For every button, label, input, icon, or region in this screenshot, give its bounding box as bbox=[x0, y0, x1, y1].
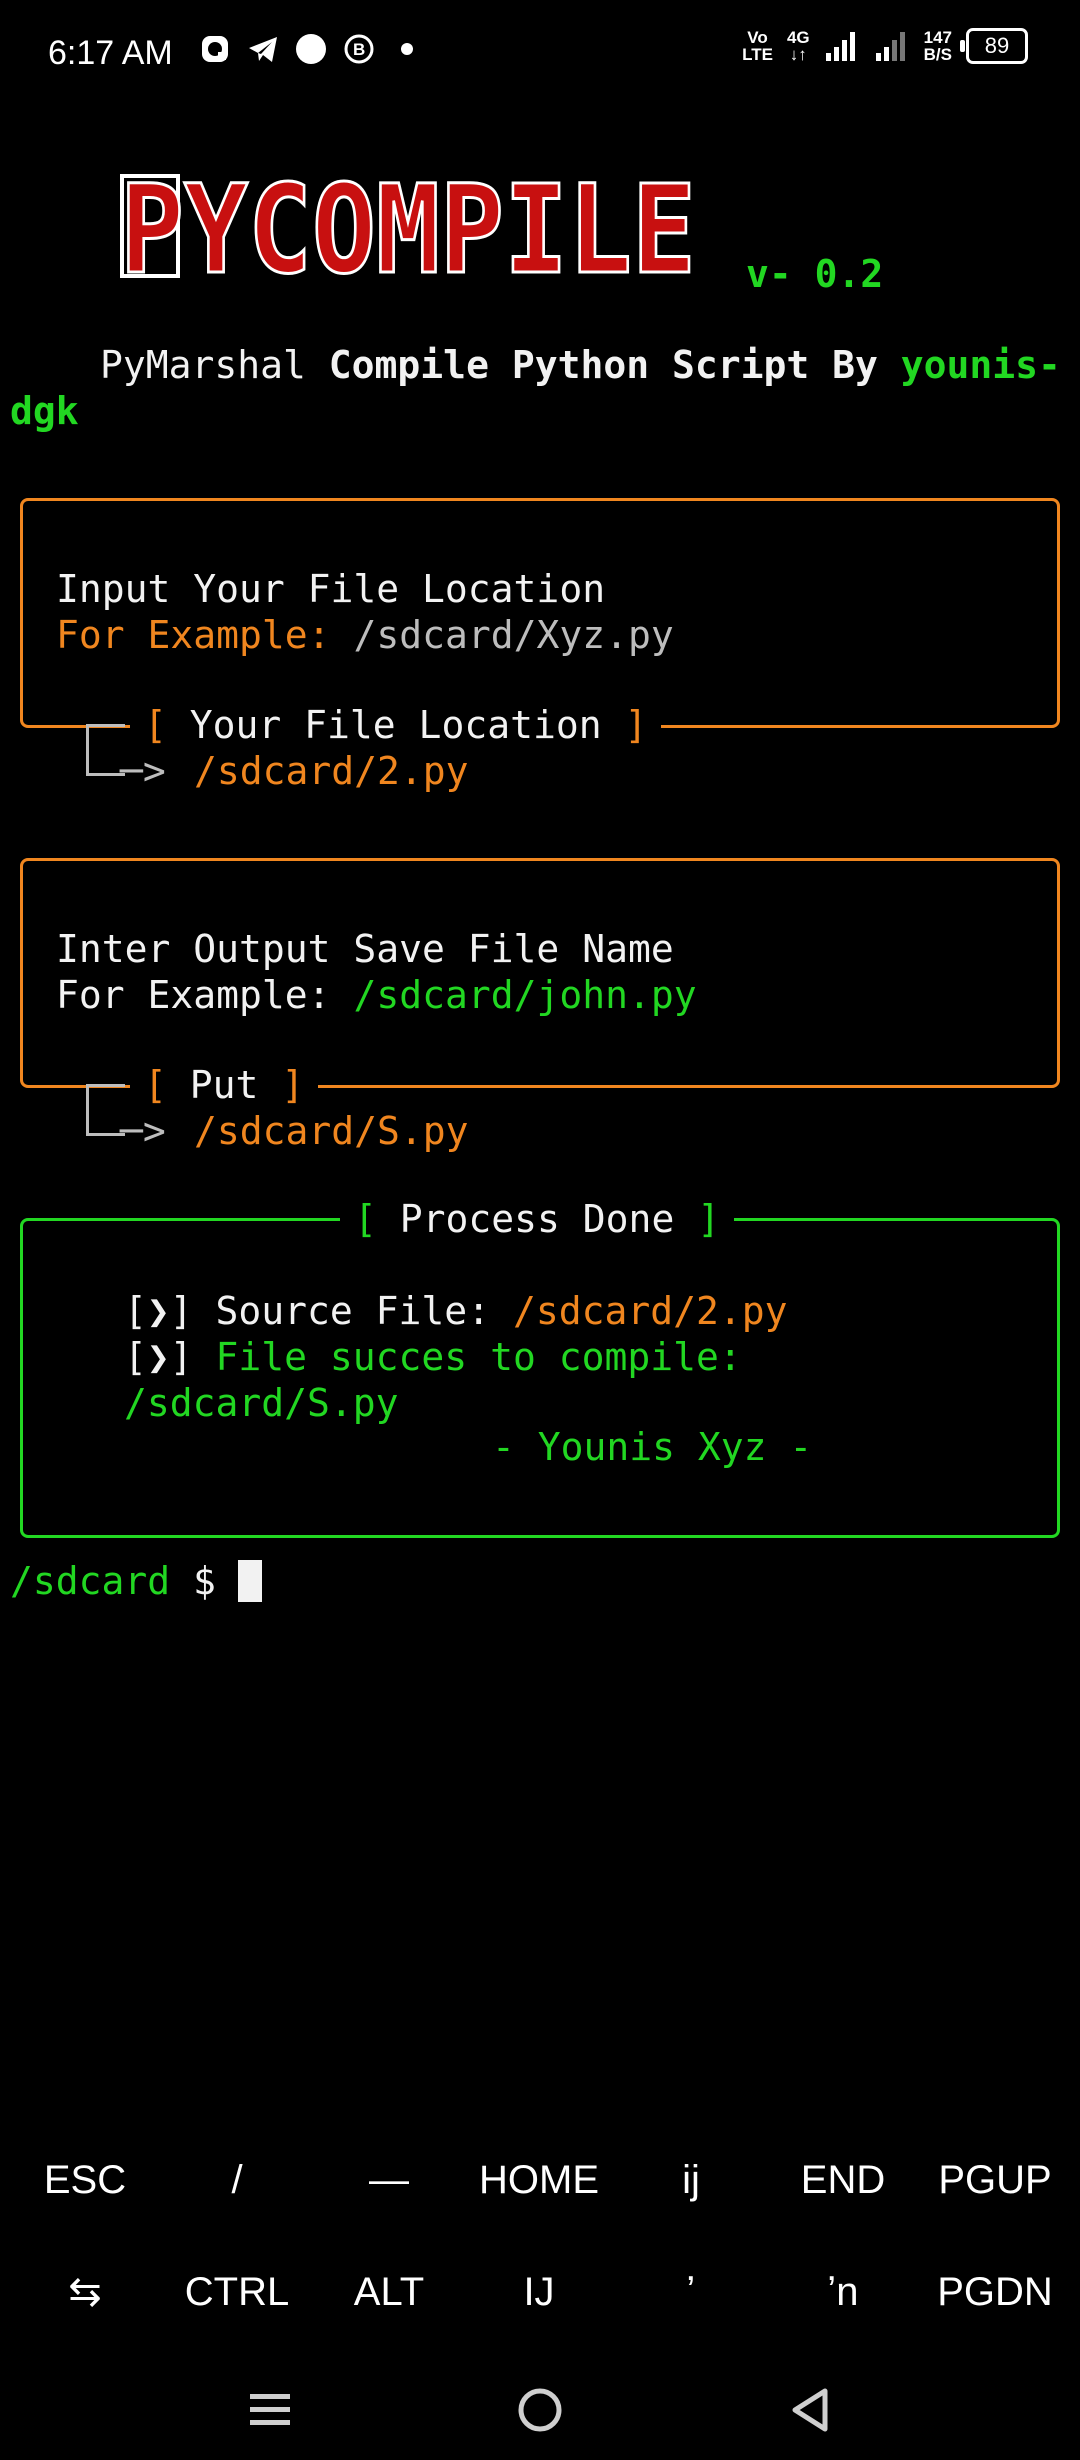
menu-icon bbox=[250, 2394, 290, 2425]
home-circle-icon bbox=[518, 2388, 562, 2432]
recents-button[interactable] bbox=[230, 2370, 310, 2450]
input-prompt-label: [ Your File Location ] bbox=[130, 702, 662, 748]
source-file-line: [❯] Source File: /sdcard/2.py bbox=[124, 1289, 788, 1333]
notification-icons: B bbox=[198, 32, 424, 66]
terminal-cursor[interactable] bbox=[238, 1560, 262, 1602]
alt-key[interactable]: ALT bbox=[312, 2242, 466, 2342]
input-instruction: Input Your File Location bbox=[56, 567, 606, 611]
signal-2-icon bbox=[875, 32, 905, 61]
process-done-title: [ Process Done ] bbox=[340, 1196, 735, 1242]
input-example: For Example: /sdcard/Xyz.py bbox=[56, 613, 674, 657]
output-instruction: Inter Output Save File Name bbox=[56, 927, 674, 971]
battery-icon: 89 bbox=[960, 28, 1028, 64]
network-speed: 147 B/S bbox=[923, 28, 952, 64]
n-apostrophe-key[interactable]: ʼn bbox=[766, 2242, 920, 2342]
clock: 6:17 AM bbox=[48, 34, 173, 72]
navigation-bar bbox=[0, 2350, 1080, 2460]
esc-key[interactable]: ESC bbox=[8, 2130, 162, 2230]
dot-icon bbox=[401, 43, 413, 55]
app-notification-icon bbox=[202, 36, 228, 62]
ij-key[interactable]: ij bbox=[614, 2130, 768, 2230]
home-button[interactable] bbox=[500, 2370, 580, 2450]
telegram-icon bbox=[249, 37, 277, 62]
version-label: v- 0.2 bbox=[746, 252, 884, 296]
signal-icon bbox=[825, 32, 855, 61]
volte-indicator: Vo LTE bbox=[742, 28, 773, 64]
back-triangle-icon bbox=[792, 2388, 828, 2432]
network-type: 4G ↓↑ bbox=[786, 28, 810, 64]
status-bar: 6:17 AM B Vo LTE 4G ↓↑ 147 B/S 89 bbox=[0, 0, 1080, 110]
shell-prompt: /sdcard $ bbox=[10, 1559, 216, 1603]
home-key[interactable]: HOME bbox=[462, 2130, 616, 2230]
author-continued: dgk bbox=[10, 389, 79, 433]
signature: - Younis Xyz - bbox=[492, 1425, 813, 1469]
svg-text:B: B bbox=[353, 40, 365, 59]
circle-app-icon bbox=[296, 34, 326, 64]
success-line: [❯] File succes to compile: bbox=[124, 1335, 742, 1379]
ctrl-key[interactable]: CTRL bbox=[160, 2242, 314, 2342]
pgdn-key[interactable]: PGDN bbox=[918, 2242, 1072, 2342]
tab-key[interactable]: ⇆ bbox=[8, 2242, 162, 2342]
success-path: /sdcard/S.py bbox=[124, 1381, 399, 1425]
dash-key[interactable]: — bbox=[312, 2130, 466, 2230]
pgup-key[interactable]: PGUP bbox=[918, 2130, 1072, 2230]
input-entered-path: /sdcard/2.py bbox=[194, 749, 469, 793]
pycompile-logo: PYCOMPILE bbox=[120, 172, 698, 284]
end-key[interactable]: END bbox=[766, 2130, 920, 2230]
b-app-icon: B bbox=[344, 34, 374, 64]
apostrophe-key[interactable]: ʼ bbox=[614, 2242, 768, 2342]
system-indicators: Vo LTE 4G ↓↑ 147 B/S 89 bbox=[742, 28, 1028, 64]
output-arrow: ─> bbox=[120, 1109, 166, 1153]
output-prompt-label: [ Put ] bbox=[130, 1062, 319, 1108]
input-arrow: ─> bbox=[120, 749, 166, 793]
back-button[interactable] bbox=[770, 2370, 850, 2450]
slash-key[interactable]: / bbox=[160, 2130, 314, 2230]
output-entered-path: /sdcard/S.py bbox=[194, 1109, 469, 1153]
logo-text: PYCOMPILE bbox=[120, 172, 696, 284]
ij-upper-key[interactable]: IJ bbox=[462, 2242, 616, 2342]
extra-keys-bar: ESC / — HOME ij END PGUP ⇆ CTRL ALT IJ ʼ… bbox=[0, 2130, 1080, 2350]
output-example: For Example: /sdcard/john.py bbox=[56, 973, 697, 1017]
subtitle: PyMarshal Compile Python Script By youni… bbox=[100, 343, 1061, 387]
